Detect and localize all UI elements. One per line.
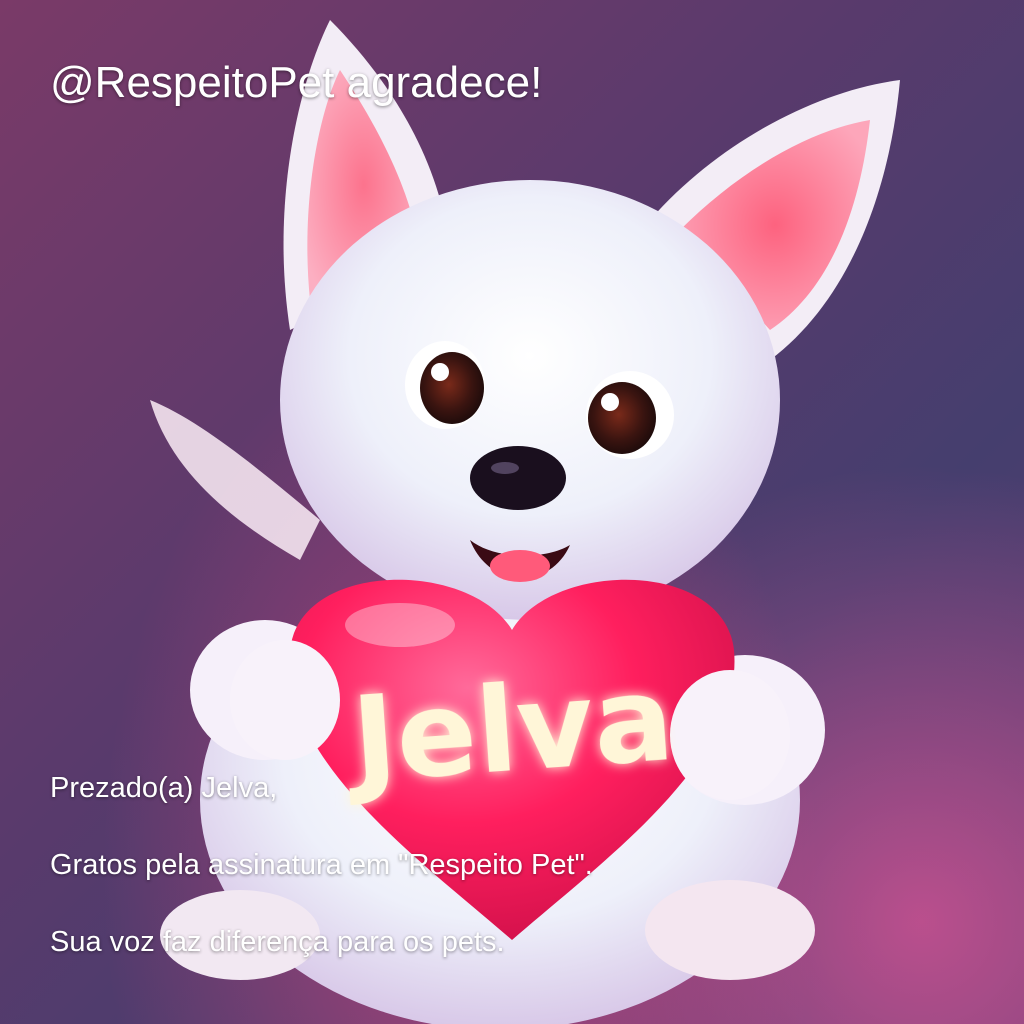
nose-shape [470, 446, 566, 510]
heart-name-label: Jelva [341, 649, 678, 810]
right-eye [586, 371, 674, 459]
right-foot-shape [645, 880, 815, 980]
impact-text: Sua voz faz diferença para os pets. [50, 926, 505, 958]
left-eye [405, 341, 485, 429]
thanks-text: Gratos pela assinatura em "Respeito Pet"… [50, 849, 593, 881]
headline-title: @RespeitoPet agradece! [50, 58, 543, 107]
greeting-text: Prezado(a) Jelva, [50, 772, 278, 804]
tongue-shape [490, 550, 550, 582]
greeting-card: Jelva @RespeitoPet agradece! Prezado(a) … [0, 0, 1024, 1024]
